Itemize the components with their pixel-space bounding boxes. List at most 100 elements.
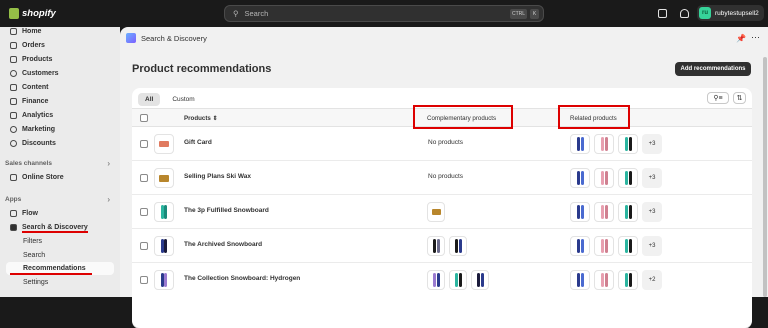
more-icon[interactable]: ⋯ xyxy=(751,32,760,43)
chevron-right-icon[interactable]: › xyxy=(107,195,110,204)
tab-all[interactable]: All xyxy=(138,93,161,106)
add-recommendations-button[interactable]: Add recommendations xyxy=(675,62,751,76)
sidebar-item-analytics[interactable]: Analytics xyxy=(0,109,120,122)
sidebar: Home Orders Products Customers Content F… xyxy=(0,27,120,297)
more-related-count[interactable]: +3 xyxy=(642,202,662,222)
product-thumbnail xyxy=(154,134,174,154)
search-icon: ⚲ xyxy=(233,9,239,18)
sidebar-item-flow[interactable]: Flow xyxy=(0,207,120,220)
pin-icon[interactable]: 📌 xyxy=(736,34,746,43)
related-product-thumb xyxy=(618,270,638,290)
sidebar-item-label: Marketing xyxy=(22,126,56,133)
row-checkbox[interactable] xyxy=(140,242,148,250)
tag-icon xyxy=(10,56,17,63)
related-product-thumb xyxy=(594,202,614,222)
sidebar-item-settings[interactable]: Settings xyxy=(0,276,120,289)
product-name: The Collection Snowboard: Hydrogen xyxy=(184,275,301,282)
complementary-product-thumb xyxy=(427,270,445,290)
complementary-product-thumb xyxy=(427,202,445,222)
more-related-count[interactable]: +3 xyxy=(642,134,662,154)
apps-heading: Apps xyxy=(5,196,22,203)
sidebar-item-orders[interactable]: Orders xyxy=(0,39,120,52)
related-product-thumb xyxy=(570,168,590,188)
table-header: Products ⇕ Complementary products Relate… xyxy=(132,108,752,127)
row-checkbox[interactable] xyxy=(140,276,148,284)
sidebar-item-finance[interactable]: Finance xyxy=(0,95,120,108)
home-icon xyxy=(10,28,17,35)
bank-icon xyxy=(10,98,17,105)
table-row[interactable]: Gift Card No products +3 xyxy=(132,127,752,161)
sidebar-item-label: Flow xyxy=(22,210,38,217)
table-row[interactable]: The Collection Snowboard: Hydrogen +2 xyxy=(132,263,752,297)
row-checkbox[interactable] xyxy=(140,174,148,182)
sidebar-item-label: Settings xyxy=(23,279,49,286)
related-product-thumb xyxy=(570,202,590,222)
product-thumbnail xyxy=(154,236,174,256)
table-row[interactable]: The Archived Snowboard +3 xyxy=(132,229,752,263)
related-product-thumb xyxy=(594,134,614,154)
search-input[interactable]: ⚲ Search CTRL K xyxy=(224,5,544,22)
column-complementary: Complementary products xyxy=(427,115,497,122)
sidebar-item-online-store[interactable]: Online Store xyxy=(0,171,120,184)
search-discovery-icon xyxy=(10,224,17,231)
select-all-checkbox[interactable] xyxy=(140,114,148,122)
table-row[interactable]: The 3p Fulfilled Snowboard +3 xyxy=(132,195,752,229)
row-checkbox[interactable] xyxy=(140,140,148,148)
complementary-product-thumb xyxy=(449,270,467,290)
tab-custom[interactable]: Custom xyxy=(165,93,201,106)
person-icon xyxy=(10,70,17,77)
breadcrumb: Search & Discovery xyxy=(126,33,207,43)
sidebar-item-customers[interactable]: Customers xyxy=(0,67,120,80)
row-checkbox[interactable] xyxy=(140,208,148,216)
related-product-thumb xyxy=(570,236,590,256)
related-product-thumb xyxy=(594,270,614,290)
related-product-thumb xyxy=(594,236,614,256)
search-filter-button[interactable]: ⚲≡ xyxy=(707,92,729,104)
highlight-underline xyxy=(10,273,92,275)
more-related-count[interactable]: +3 xyxy=(642,236,662,256)
sidebar-item-discounts[interactable]: Discounts xyxy=(0,137,120,150)
store-menu[interactable]: ru rubytestupsell2 xyxy=(697,5,764,21)
scrollbar[interactable] xyxy=(763,57,767,297)
product-name: Selling Plans Ski Wax xyxy=(184,173,251,180)
sidebar-item-search[interactable]: Search xyxy=(0,249,120,262)
chevron-right-icon[interactable]: › xyxy=(107,159,110,168)
shopify-logo[interactable]: shopify xyxy=(9,8,56,19)
related-product-thumb xyxy=(618,168,638,188)
column-label: Products xyxy=(184,115,211,122)
sidebar-item-home[interactable]: Home xyxy=(0,25,120,38)
sort-icon: ⇅ xyxy=(736,95,743,102)
k-key: K xyxy=(530,9,539,19)
recommendations-table-card: All Custom ⚲≡ ⇅ Products ⇕ Complementary… xyxy=(132,88,752,328)
product-name: The 3p Fulfilled Snowboard xyxy=(184,207,269,214)
sidebar-item-marketing[interactable]: Marketing xyxy=(0,123,120,136)
sidebar-item-filters[interactable]: Filters xyxy=(0,235,120,248)
table-row[interactable]: Selling Plans Ski Wax No products +3 xyxy=(132,161,752,195)
sidebar-item-label: Online Store xyxy=(22,174,64,181)
search-filter-icon: ⚲≡ xyxy=(713,95,723,102)
bell-icon[interactable] xyxy=(680,9,689,18)
related-product-thumb xyxy=(618,134,638,154)
search-placeholder: Search xyxy=(244,9,269,18)
related-product-thumb xyxy=(618,236,638,256)
logo-text: shopify xyxy=(22,8,56,19)
product-name: The Archived Snowboard xyxy=(184,241,263,248)
orders-icon xyxy=(10,42,17,49)
sort-button[interactable]: ⇅ xyxy=(733,92,746,104)
product-name: Gift Card xyxy=(184,139,212,146)
sidebar-item-products[interactable]: Products xyxy=(0,53,120,66)
sidebar-item-label: Home xyxy=(22,28,42,35)
more-related-count[interactable]: +2 xyxy=(642,270,662,290)
complementary-product-thumb xyxy=(471,270,489,290)
store-icon[interactable] xyxy=(658,9,667,18)
sidebar-item-label: Content xyxy=(22,84,49,91)
store-name: rubytestupsell2 xyxy=(715,9,759,17)
column-products[interactable]: Products ⇕ xyxy=(184,115,218,122)
sidebar-item-label: Discounts xyxy=(22,140,56,147)
more-related-count[interactable]: +3 xyxy=(642,168,662,188)
sidebar-item-content[interactable]: Content xyxy=(0,81,120,94)
ski-wax-image xyxy=(159,174,169,182)
sidebar-item-label: Orders xyxy=(22,42,45,49)
chart-icon xyxy=(10,112,17,119)
top-bar: shopify ⚲ Search CTRL K ru rubytestupsel… xyxy=(0,0,768,27)
